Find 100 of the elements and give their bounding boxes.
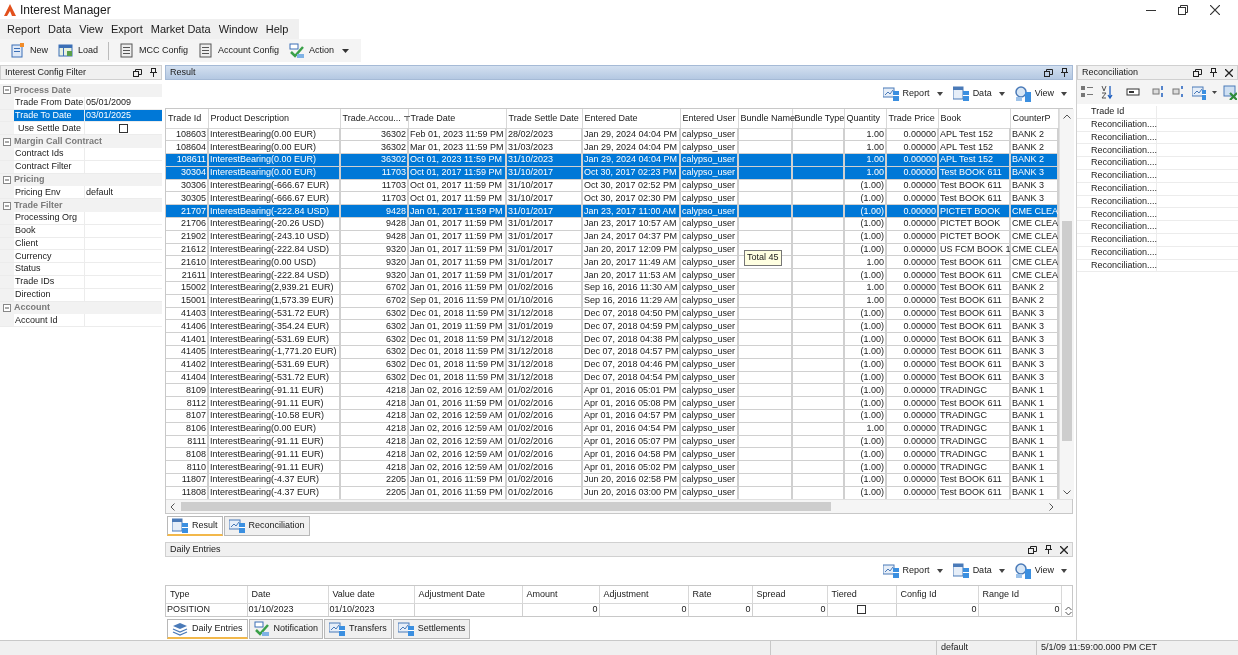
restore-icon[interactable] (1193, 68, 1202, 77)
view-icon (1014, 563, 1031, 579)
chevron-down-icon (1063, 490, 1071, 495)
column-header[interactable]: Adjustment Date (414, 586, 522, 603)
restore-icon[interactable] (1044, 68, 1053, 77)
dropdown-button[interactable]: View (1014, 563, 1067, 579)
close-icon[interactable] (1225, 68, 1233, 77)
table-icon (58, 42, 74, 59)
column-header[interactable]: Type (166, 586, 247, 603)
column-header[interactable]: Trade Id (166, 109, 208, 128)
column-header[interactable]: Book (938, 109, 1010, 128)
restore-icon[interactable] (1028, 545, 1037, 554)
column-header[interactable]: Spread (752, 586, 827, 603)
property-label: Trade Id (1091, 105, 1125, 119)
column-header[interactable]: Date (247, 586, 328, 603)
data-icon (952, 86, 969, 102)
column-header[interactable]: Entered User (680, 109, 738, 128)
close-icon[interactable] (1210, 4, 1220, 15)
column-header[interactable]: Trade Settle Date (506, 109, 582, 128)
report-icon (329, 621, 346, 637)
pin-icon[interactable] (150, 68, 157, 77)
tab[interactable]: Daily Entries (167, 619, 248, 639)
collapse-icon[interactable] (3, 201, 11, 210)
column-header[interactable]: Adjustment (599, 586, 688, 603)
table-cell: 0 (688, 603, 752, 616)
column-header[interactable]: Rate (688, 586, 752, 603)
pin-icon[interactable] (1045, 545, 1052, 554)
column-header[interactable]: Quantity (844, 109, 886, 128)
dropdown-button[interactable]: Data (952, 563, 1005, 579)
table-cell: 01/10/2023 (328, 603, 414, 616)
spinner-icon (1064, 606, 1072, 616)
pin-icon[interactable] (1210, 68, 1217, 77)
sort-alphabetical-icon[interactable] (1100, 84, 1114, 100)
pin-icon[interactable] (1061, 68, 1068, 77)
value-field[interactable]: default (84, 186, 162, 199)
toolbar-button[interactable]: Account Config (196, 40, 282, 61)
menu-item[interactable]: Help (262, 20, 292, 38)
collapse-icon[interactable] (3, 137, 11, 146)
column-header[interactable]: Trade.Accou... (340, 109, 408, 128)
export-icon[interactable] (1223, 84, 1237, 100)
field-label[interactable]: Use Settle Date (14, 122, 84, 135)
tab[interactable]: Result (167, 516, 223, 536)
report-icon (882, 563, 899, 579)
panel-title: Interest Config Filter (5, 65, 87, 79)
tab[interactable]: Transfers (324, 619, 392, 639)
menu-item[interactable]: Export (107, 20, 146, 38)
dropdown-button[interactable]: View (1014, 86, 1067, 102)
column-header[interactable]: Config Id (896, 586, 978, 603)
toolbar-button[interactable]: New (8, 40, 50, 61)
collapse-icon[interactable] (3, 86, 11, 95)
checkbox[interactable] (857, 605, 866, 615)
dropdown-button[interactable]: Data (952, 86, 1005, 102)
menu-item[interactable]: Market Data (147, 20, 214, 38)
close-icon[interactable] (1060, 545, 1068, 554)
column-header[interactable]: Range Id (978, 586, 1061, 603)
property-label: Reconciliation.... (1091, 156, 1158, 170)
menu-item[interactable]: Data (45, 20, 75, 38)
expand-rows-icon[interactable] (1152, 84, 1166, 100)
field-label[interactable]: Account Id (14, 314, 84, 327)
tab[interactable]: Notification (248, 619, 324, 639)
column-header[interactable]: Value date (328, 586, 414, 603)
column-header[interactable]: Product Description (208, 109, 340, 128)
maximize-icon[interactable] (1178, 4, 1188, 15)
collapse-rows-icon[interactable] (1172, 84, 1186, 100)
field-label[interactable]: Status (14, 263, 84, 275)
collapse-icon[interactable] (3, 303, 11, 312)
column-header[interactable]: Tiered (827, 586, 896, 603)
menu-item[interactable]: View (76, 20, 106, 38)
toolbar-button[interactable]: MCC Config (117, 40, 191, 61)
checkbox[interactable] (119, 123, 128, 133)
column-header[interactable]: Trade Date (408, 109, 506, 128)
menu-item[interactable]: Window (215, 20, 261, 38)
restore-icon[interactable] (133, 68, 142, 77)
column-header[interactable]: Entered Date (582, 109, 680, 128)
sort-icon[interactable] (1080, 84, 1094, 100)
chevron-left-icon (170, 502, 175, 511)
report-icon (228, 518, 245, 534)
column-header[interactable]: Trade Price (886, 109, 938, 128)
dropdown-button[interactable]: Report (882, 86, 943, 102)
horizontal-scrollbar[interactable] (166, 499, 1072, 513)
report-icon[interactable] (1192, 84, 1206, 100)
panel-title: Result (170, 65, 196, 79)
column-header[interactable]: CounterP (1010, 109, 1058, 128)
tab[interactable]: Reconciliation (223, 516, 310, 536)
caret-icon (998, 569, 1005, 573)
report-icon (882, 86, 899, 102)
field-label[interactable]: Pricing Env (14, 186, 84, 199)
tab[interactable]: Settlements (392, 619, 471, 639)
toolbar-button[interactable]: Load (56, 40, 101, 61)
collapse-icon[interactable] (3, 175, 11, 184)
caret-icon (936, 92, 943, 96)
property-label: Reconciliation.... (1091, 143, 1158, 157)
list-icon (198, 42, 215, 59)
vertical-scrollbar[interactable] (1059, 109, 1074, 499)
menu-item[interactable]: Report (4, 20, 44, 38)
table-cell: 0 (978, 603, 1061, 616)
dropdown-button[interactable]: Report (882, 563, 943, 579)
field-label[interactable]: Currency (14, 250, 84, 263)
dropdown-button[interactable]: Action (287, 40, 352, 61)
column-header[interactable]: Amount (522, 586, 599, 603)
